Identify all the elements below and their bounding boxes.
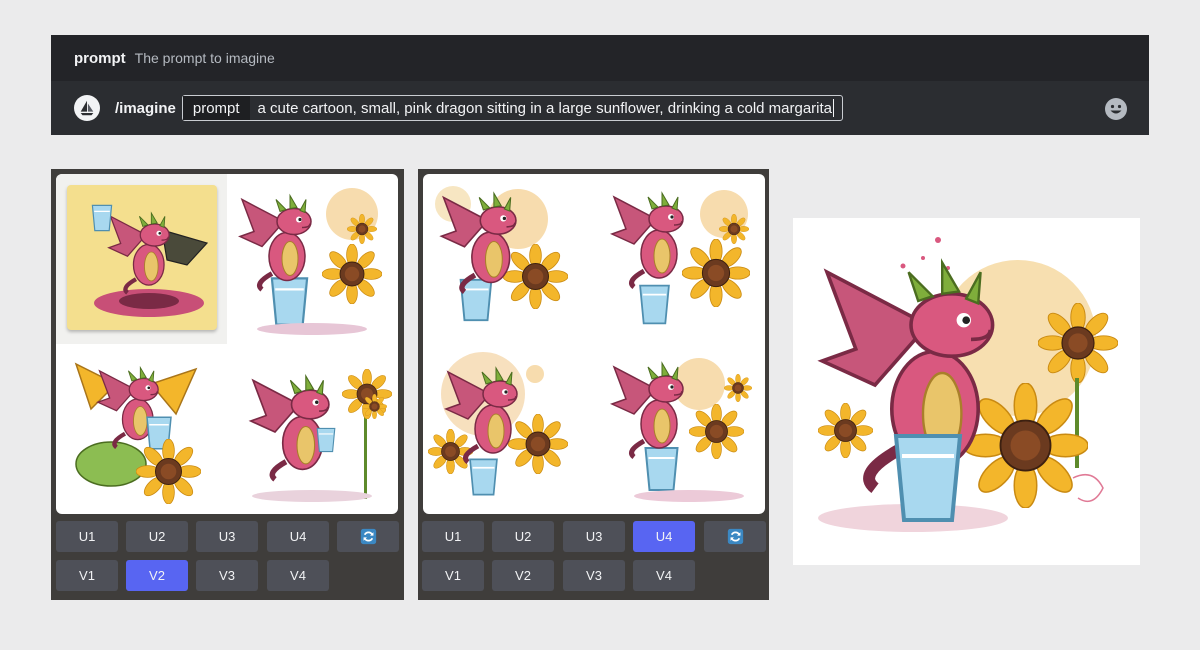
slash-command: /imagine [115,99,176,117]
refresh-icon [360,528,376,545]
variation-button-3[interactable]: V3 [563,560,625,591]
grid-image-3[interactable] [56,344,227,514]
sailboat-icon[interactable] [74,95,100,121]
reroll-button[interactable] [337,521,399,552]
upscale-button-4[interactable]: U4 [267,521,329,552]
variation-button-2[interactable]: V2 [492,560,554,591]
grid-image-4[interactable] [594,344,765,514]
upscale-button-1[interactable]: U1 [422,521,484,552]
upscale-button-2[interactable]: U2 [126,521,188,552]
grid-image-1[interactable] [56,174,227,344]
variation-button-1[interactable]: V1 [56,560,118,591]
variation-button-4[interactable]: V4 [633,560,695,591]
upscale-button-3[interactable]: U3 [563,521,625,552]
grid-image-3[interactable] [423,344,594,514]
dragon-illustration [594,190,750,325]
grid-image-4[interactable] [227,344,398,514]
framed-card [67,185,217,330]
imagine-command-bar: prompt The prompt to imagine /imagine pr… [51,35,1149,135]
variation-button-3[interactable]: V3 [196,560,258,591]
prompt-option-chip[interactable]: prompt [182,96,250,120]
text-caret [833,99,835,117]
dragon-illustration [91,204,209,317]
image-grid-panel-right: U1 U2 U3 U4 V1 V2 V3 V4 [418,169,769,600]
prompt-value[interactable]: a cute cartoon, small, pink dragon sitti… [250,99,842,117]
smiley-emoji-icon[interactable] [1104,97,1128,121]
upscale-button-3[interactable]: U3 [196,521,258,552]
dragon-illustration [74,362,201,504]
prompt-text: a cute cartoon, small, pink dragon sitti… [257,99,833,117]
image-grid [56,174,398,514]
variation-button-1[interactable]: V1 [422,560,484,591]
grid-image-2[interactable] [594,174,765,344]
command-input-row: /imagine prompt a cute cartoon, small, p… [51,81,1149,135]
upscale-button-2[interactable]: U2 [492,521,554,552]
dragon-illustration [435,186,568,322]
grid-image-2[interactable] [227,174,398,344]
option-hint: prompt The prompt to imagine [51,35,1149,81]
reroll-button[interactable] [704,521,766,552]
option-name: prompt [74,49,126,67]
variation-button-2[interactable]: V2 [126,560,188,591]
variation-button-4[interactable]: V4 [267,560,329,591]
grid-image-1[interactable] [423,174,594,344]
image-grid-panel-left: U1 U2 U3 U4 V1 V2 V3 V4 [51,169,404,600]
dragon-illustration [227,369,392,502]
upscale-button-1[interactable]: U1 [56,521,118,552]
upscaled-image[interactable] [793,218,1140,565]
upscale-button-4[interactable]: U4 [633,521,695,552]
dragon-illustration [428,352,568,496]
image-grid [423,174,765,514]
dragon-illustration [793,237,1118,532]
refresh-icon [727,528,743,545]
dragon-illustration [594,358,752,502]
prompt-input[interactable]: prompt a cute cartoon, small, pink drago… [181,95,844,121]
dragon-illustration [227,188,382,335]
option-description: The prompt to imagine [134,50,275,66]
